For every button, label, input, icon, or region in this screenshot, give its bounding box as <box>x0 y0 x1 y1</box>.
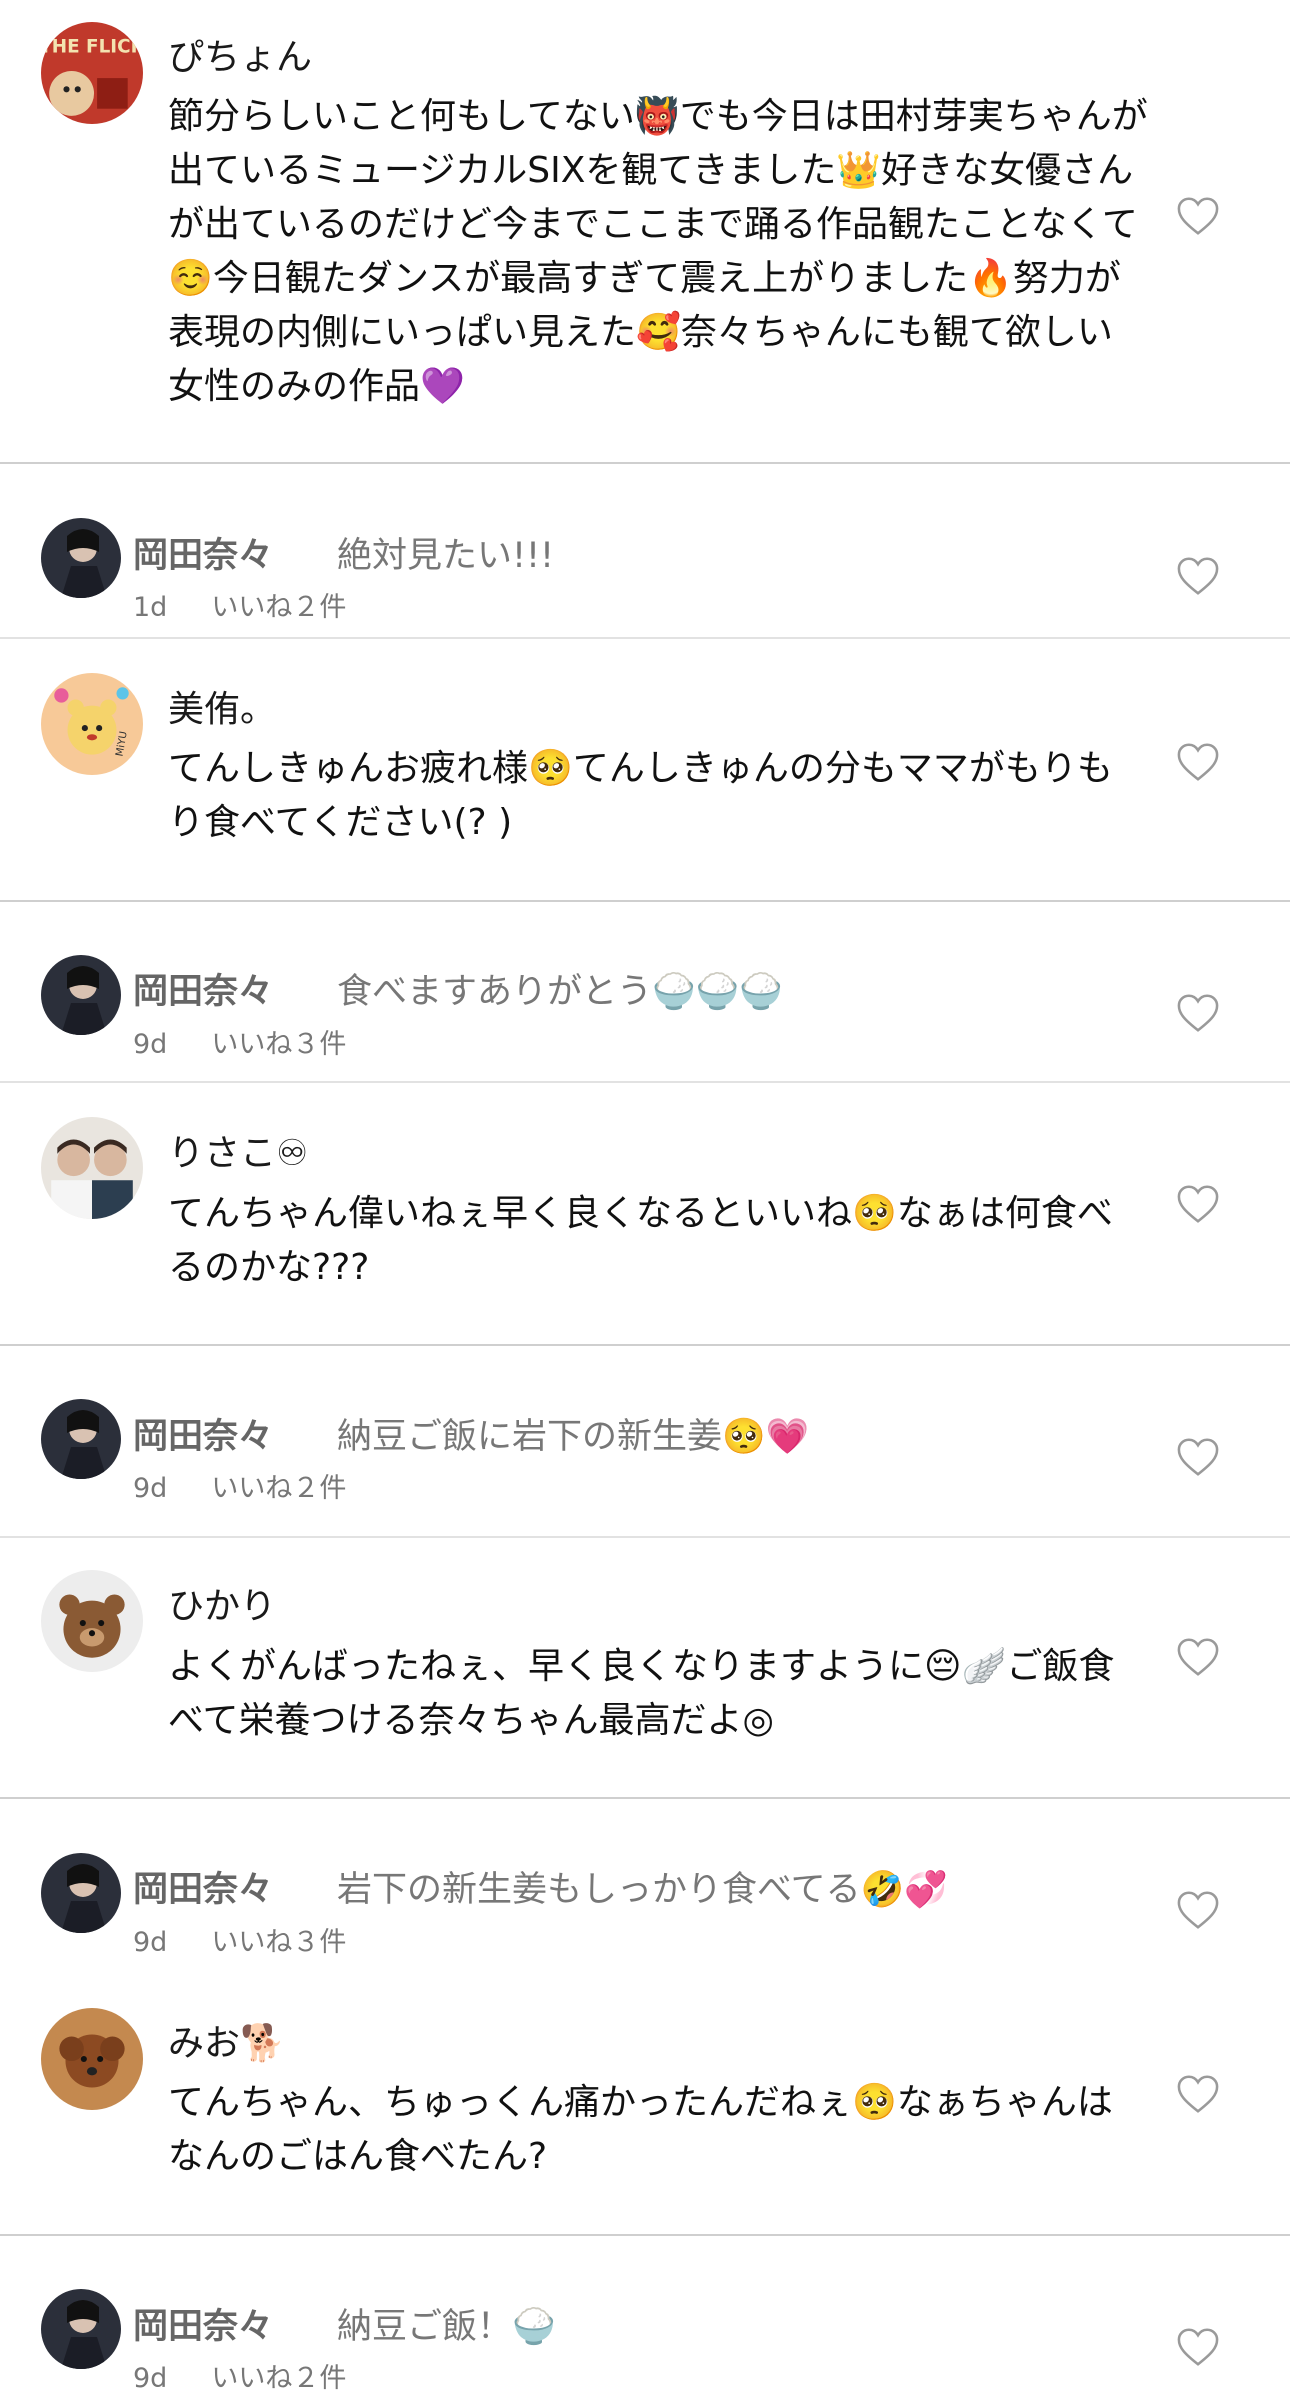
avatar-the-flick-icon: THE FLICK <box>41 22 143 124</box>
divider <box>0 2234 1290 2236</box>
user-avatar[interactable]: MiYU <box>41 673 143 775</box>
reply-text: 納豆ご飯！🍚 <box>337 2307 556 2347</box>
reply-time: 9d <box>133 1029 168 1060</box>
reply-username[interactable]: 岡田奈々 <box>133 963 273 1014</box>
reply-avatar[interactable] <box>41 2289 121 2369</box>
comment-username[interactable]: ひかり <box>168 1577 276 1629</box>
reply-meta: 9d いいね２件 <box>133 1466 346 1505</box>
divider <box>0 1797 1290 1799</box>
reply-likes-count[interactable]: いいね３件 <box>211 1927 346 1958</box>
reply-avatar[interactable] <box>41 1853 121 1933</box>
like-heart-icon[interactable] <box>1176 2074 1220 2114</box>
divider <box>0 1536 1290 1538</box>
reply-text: 岩下の新生姜もしっかり食べてる🤣💞 <box>337 1870 948 1910</box>
avatar-okada-icon <box>41 1399 121 1479</box>
like-heart-icon[interactable] <box>1176 993 1220 1033</box>
comment-text: 節分らしいこと何もしてない👹でも今日は田村芽実ちゃんが出ているミュージカルSIX… <box>168 96 1148 407</box>
reply-username[interactable]: 岡田奈々 <box>133 1408 273 1459</box>
avatar-okada-icon <box>41 2289 121 2369</box>
like-heart-icon[interactable] <box>1176 1184 1220 1224</box>
reply-time: 9d <box>133 1473 168 1504</box>
comment-text: てんちゃん偉いねぇ早く良くなるといいね🥺なぁは何食べるのかな??? <box>168 1193 1113 1288</box>
reply-likes-count[interactable]: いいね２件 <box>211 2363 346 2394</box>
avatar-okada-icon <box>41 1853 121 1933</box>
divider <box>0 1081 1290 1083</box>
reply-likes-count[interactable]: いいね２件 <box>211 592 346 623</box>
like-heart-icon[interactable] <box>1176 196 1220 236</box>
reply-time: 1d <box>133 592 168 623</box>
like-heart-icon[interactable] <box>1176 1637 1220 1677</box>
reply-meta: 1d いいね２件 <box>133 585 346 624</box>
reply-avatar[interactable] <box>41 518 121 598</box>
user-avatar[interactable] <box>41 1570 143 1672</box>
reply-time: 9d <box>133 2363 168 2394</box>
comment-username[interactable]: ぴちょん <box>168 28 312 80</box>
comment-username[interactable]: みお🐕 <box>168 2014 285 2066</box>
divider <box>0 900 1290 902</box>
comment-username[interactable]: 美侑。 <box>168 680 276 732</box>
reply-username[interactable]: 岡田奈々 <box>133 1861 273 1912</box>
user-avatar[interactable] <box>41 1117 143 1219</box>
user-avatar[interactable]: THE FLICK <box>41 22 143 124</box>
divider <box>0 1344 1290 1346</box>
avatar-okada-icon <box>41 955 121 1035</box>
divider <box>0 637 1290 639</box>
like-heart-icon[interactable] <box>1176 1437 1220 1477</box>
like-heart-icon[interactable] <box>1176 1890 1220 1930</box>
reply-meta: 9d いいね２件 <box>133 2356 346 2395</box>
comment-username[interactable]: りさこ♾ <box>168 1124 308 1176</box>
reply-username[interactable]: 岡田奈々 <box>133 527 273 578</box>
reply-avatar[interactable] <box>41 1399 121 1479</box>
comment-text: よくがんばったねぇ、早く良くなりますように😔🪽ご飯食べて栄養つける奈々ちゃん最高… <box>168 1646 1115 1741</box>
avatar-okada-icon <box>41 518 121 598</box>
avatar-teddy-bear-icon <box>41 1570 143 1672</box>
avatar-photo-icon <box>41 1117 143 1219</box>
reply-meta: 9d いいね３件 <box>133 1022 346 1061</box>
avatar-poodle-icon <box>41 2008 143 2110</box>
like-heart-icon[interactable] <box>1176 2327 1220 2367</box>
divider <box>0 462 1290 464</box>
avatar-cartoon-bear-icon: MiYU <box>41 673 143 775</box>
reply-likes-count[interactable]: いいね３件 <box>211 1029 346 1060</box>
reply-likes-count[interactable]: いいね２件 <box>211 1473 346 1504</box>
reply-meta: 9d いいね３件 <box>133 1920 346 1959</box>
reply-text: 納豆ご飯に岩下の新生姜🥺💗 <box>337 1417 810 1457</box>
comment-text: てんしきゅんお疲れ様🥺てんしきゅんの分もママがもりもり食べてください(? ) <box>168 748 1113 843</box>
like-heart-icon[interactable] <box>1176 556 1220 596</box>
comment-text: てんちゃん、ちゅっくん痛かったんだねぇ🥺なぁちゃんはなんのごはん食べたん? <box>168 2082 1113 2177</box>
user-avatar[interactable] <box>41 2008 143 2110</box>
avatar-logo-text: THE FLICK <box>41 37 143 58</box>
reply-text: 絶対見たい!!! <box>337 536 555 576</box>
comment-feed: THE FLICK ぴちょん 節分らしいこと何もしてない👹でも今日は田村芽実ちゃ… <box>0 0 1290 2406</box>
reply-username[interactable]: 岡田奈々 <box>133 2298 273 2349</box>
like-heart-icon[interactable] <box>1176 742 1220 782</box>
reply-avatar[interactable] <box>41 955 121 1035</box>
reply-time: 9d <box>133 1927 168 1958</box>
reply-text: 食べますありがとう🍚🍚🍚 <box>337 972 783 1012</box>
